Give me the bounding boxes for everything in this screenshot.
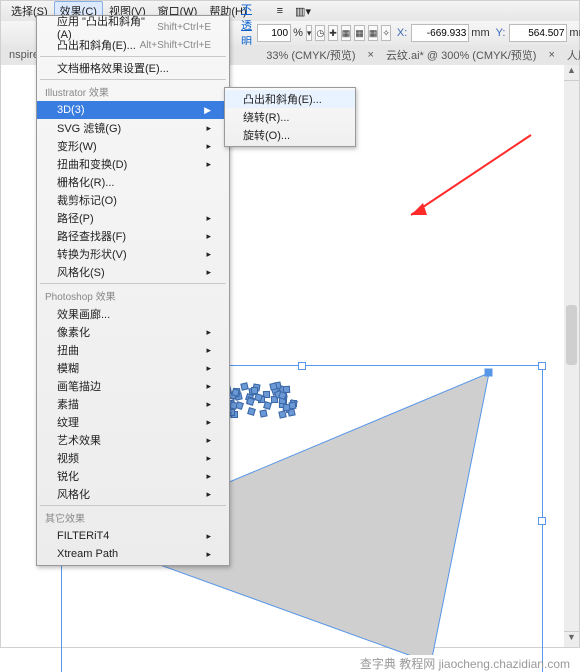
- menu-blur[interactable]: 模糊▸: [37, 359, 229, 377]
- menu-warp[interactable]: 变形(W)▸: [37, 137, 229, 155]
- menu-separator: [40, 79, 226, 80]
- tool-opt-6[interactable]: ✧: [381, 25, 391, 41]
- x-label: X:: [397, 27, 407, 39]
- chevron-right-icon: ▶: [204, 105, 211, 116]
- menu-video[interactable]: 视频▸: [37, 449, 229, 467]
- tool-opt-3[interactable]: ▦: [341, 25, 352, 41]
- submenu-extrude-bevel[interactable]: 凸出和斜角(E)...: [225, 90, 355, 108]
- tool-opt-4[interactable]: ▦: [354, 25, 365, 41]
- menu-svg-filters[interactable]: SVG 滤镜(G)▸: [37, 119, 229, 137]
- tool-opt-2[interactable]: ✚: [328, 25, 338, 41]
- menu-texture[interactable]: 纹理▸: [37, 413, 229, 431]
- menu-brush[interactable]: 画笔描边▸: [37, 377, 229, 395]
- tab-close-1[interactable]: ×: [362, 46, 380, 64]
- tab-fragment-3[interactable]: 人质.ai* @ 100% (RG: [561, 44, 580, 66]
- pct-label: %: [293, 27, 303, 39]
- submenu-revolve[interactable]: 绕转(R)...: [225, 108, 355, 126]
- submenu-3d: 凸出和斜角(E)... 绕转(R)... 旋转(O)...: [224, 87, 356, 147]
- x-coord: X: mm: [397, 24, 490, 42]
- y-coord: Y: mm: [496, 24, 580, 42]
- menu-stylize[interactable]: 风格化(S)▸: [37, 263, 229, 281]
- menu-last-effect[interactable]: 凸出和斜角(E)...Alt+Shift+Ctrl+E: [37, 36, 229, 54]
- menu-sharp[interactable]: 锐化▸: [37, 467, 229, 485]
- y-unit: mm: [569, 27, 580, 39]
- section-other: 其它效果: [37, 508, 229, 527]
- handle-n[interactable]: [298, 362, 306, 370]
- menu-pathfinder[interactable]: 路径查找器(F)▸: [37, 227, 229, 245]
- tab-fragment-1[interactable]: 33% (CMYK/预览): [260, 44, 361, 66]
- menu-doc-raster[interactable]: 文档栅格效果设置(E)...: [37, 59, 229, 77]
- menu-distort2[interactable]: 扭曲▸: [37, 341, 229, 359]
- menu-artistic[interactable]: 艺术效果▸: [37, 431, 229, 449]
- menu-distort-transform[interactable]: 扭曲和变换(D)▸: [37, 155, 229, 173]
- menu-separator: [40, 505, 226, 506]
- doc-menu-icon[interactable]: ≡: [271, 3, 289, 19]
- app-frame: 选择(S) 效果(C) 视图(V) 窗口(W) 帮助(H) ≡ ▥▾ 不透明度:…: [0, 0, 580, 648]
- menu-rasterize[interactable]: 栅格化(R)...: [37, 173, 229, 191]
- scroll-up-icon[interactable]: ▲: [564, 65, 579, 81]
- y-input[interactable]: [509, 24, 567, 42]
- scroll-thumb[interactable]: [566, 305, 577, 365]
- tab-fragment-2[interactable]: 云纹.ai* @ 300% (CMYK/预览): [380, 44, 543, 66]
- effects-dropdown-menu: 应用 "凸出和斜角"(A)Shift+Ctrl+E 凸出和斜角(E)...Alt…: [36, 15, 230, 566]
- menu-separator: [40, 56, 226, 57]
- vertical-scrollbar[interactable]: ▲ ▼: [563, 65, 579, 647]
- opacity-dropdown-icon[interactable]: ▾: [306, 25, 313, 41]
- menu-3d[interactable]: 3D(3)▶: [37, 101, 229, 119]
- menu-sketch[interactable]: 素描▸: [37, 395, 229, 413]
- menu-path[interactable]: 路径(P)▸: [37, 209, 229, 227]
- tool-opt-5[interactable]: ▦: [368, 25, 379, 41]
- menu-separator: [40, 283, 226, 284]
- watermark-text: 查字典 教程网 jiaocheng.chazidian.com: [360, 655, 570, 672]
- submenu-rotate[interactable]: 旋转(O)...: [225, 126, 355, 144]
- tool-opt-1[interactable]: ◷: [315, 25, 325, 41]
- menu-stylize2[interactable]: 风格化▸: [37, 485, 229, 503]
- menu-apply-last[interactable]: 应用 "凸出和斜角"(A)Shift+Ctrl+E: [37, 18, 229, 36]
- menu-pixelate[interactable]: 像素化▸: [37, 323, 229, 341]
- annotation-arrow: [411, 135, 531, 215]
- x-unit: mm: [471, 27, 489, 39]
- handle-ne[interactable]: [538, 362, 546, 370]
- arrange-icon[interactable]: ▥▾: [289, 3, 317, 20]
- section-photoshop: Photoshop 效果: [37, 286, 229, 305]
- y-label: Y:: [496, 27, 506, 39]
- menu-convert-shape[interactable]: 转换为形状(V)▸: [37, 245, 229, 263]
- menu-gallery[interactable]: 效果画廊...: [37, 305, 229, 323]
- menu-filterit[interactable]: FILTERiT4▸: [37, 527, 229, 545]
- menu-crop-marks[interactable]: 裁剪标记(O): [37, 191, 229, 209]
- menu-xtream[interactable]: Xtream Path▸: [37, 545, 229, 563]
- opacity-input[interactable]: [257, 24, 291, 42]
- scroll-down-icon[interactable]: ▼: [564, 631, 579, 647]
- handle-e[interactable]: [538, 517, 546, 525]
- x-input[interactable]: [411, 24, 469, 42]
- tab-close-2[interactable]: ×: [542, 46, 560, 64]
- section-illustrator: Illustrator 效果: [37, 82, 229, 101]
